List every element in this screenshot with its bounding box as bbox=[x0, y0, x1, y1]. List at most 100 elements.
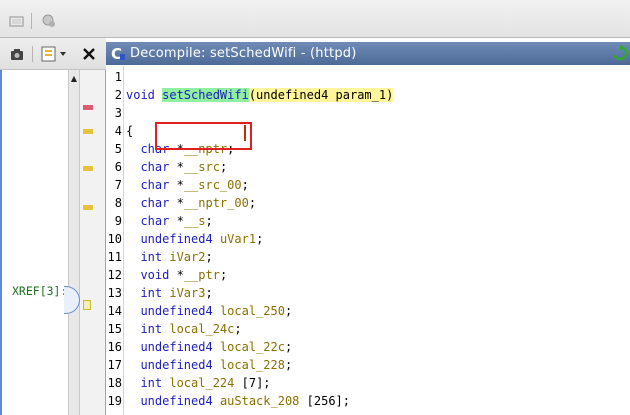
code-token[interactable]: ; bbox=[206, 214, 213, 228]
type-token[interactable]: undefined4 bbox=[126, 232, 212, 246]
code-text[interactable]: undefined4 uVar1; bbox=[126, 230, 263, 248]
code-token[interactable]: * bbox=[169, 268, 184, 282]
bookmark-marker[interactable] bbox=[83, 129, 93, 134]
variable-token[interactable]: uVar1 bbox=[220, 232, 256, 246]
scroll-up-icon[interactable]: ▲ bbox=[69, 72, 79, 84]
undo-icon[interactable] bbox=[8, 12, 26, 30]
code-token[interactable] bbox=[213, 232, 220, 246]
variable-token[interactable]: __s bbox=[184, 214, 206, 228]
code-line[interactable]: 18 int local_224 [7]; bbox=[106, 374, 630, 392]
code-line[interactable]: 1 bbox=[106, 68, 630, 86]
code-line[interactable]: 14 undefined4 local_250; bbox=[106, 302, 630, 320]
code-text[interactable]: int iVar3; bbox=[126, 284, 212, 302]
code-text[interactable]: int local_224 [7]; bbox=[126, 374, 271, 392]
variable-token[interactable]: __ptr bbox=[184, 268, 220, 282]
code-line[interactable]: 16 undefined4 local_22c; bbox=[106, 338, 630, 356]
type-token[interactable]: void bbox=[126, 88, 162, 102]
vertical-scrollbar[interactable] bbox=[68, 70, 80, 415]
code-text[interactable]: char *__src; bbox=[126, 158, 227, 176]
variable-token[interactable]: auStack_208 bbox=[220, 394, 299, 408]
variable-token[interactable]: local_250 bbox=[220, 304, 285, 318]
code-text[interactable]: { bbox=[126, 122, 133, 140]
code-text[interactable]: char *__s; bbox=[126, 212, 213, 230]
cursor-marker[interactable] bbox=[83, 105, 93, 110]
code-line[interactable]: 12 void *__ptr; bbox=[106, 266, 630, 284]
code-text[interactable]: undefined4 local_250; bbox=[126, 302, 292, 320]
code-text[interactable]: int local_24c; bbox=[126, 320, 241, 338]
code-token[interactable]: ; bbox=[205, 286, 212, 300]
code-token[interactable]: ; bbox=[285, 304, 292, 318]
type-token[interactable]: undefined4 bbox=[126, 394, 212, 408]
code-token[interactable]: ; bbox=[249, 196, 256, 210]
code-text[interactable]: void *__ptr; bbox=[126, 266, 227, 284]
code-text[interactable]: undefined4 local_228; bbox=[126, 356, 292, 374]
type-token[interactable]: void bbox=[126, 268, 169, 282]
code-token[interactable] bbox=[213, 304, 220, 318]
code-token[interactable]: ; bbox=[220, 160, 227, 174]
code-line[interactable]: 8 char *__nptr_00; bbox=[106, 194, 630, 212]
code-token[interactable]: ; bbox=[285, 358, 292, 372]
type-token[interactable]: char bbox=[126, 160, 169, 174]
properties-icon[interactable] bbox=[40, 12, 58, 30]
variable-token[interactable]: iVar2 bbox=[169, 250, 205, 264]
type-token[interactable]: undefined4 bbox=[126, 340, 212, 354]
bookmark-marker[interactable] bbox=[83, 166, 93, 171]
decompiled-code[interactable]: 1 2 void setSchedWifi(undefined4 param_1) 3… bbox=[106, 66, 630, 415]
code-text[interactable]: int iVar2; bbox=[126, 248, 212, 266]
code-line[interactable]: 15 int local_24c; bbox=[106, 320, 630, 338]
xref-marker[interactable] bbox=[83, 300, 91, 310]
refresh-icon[interactable] bbox=[612, 45, 628, 61]
variable-token[interactable]: local_24c bbox=[169, 322, 234, 336]
code-token[interactable]: ; bbox=[256, 232, 263, 246]
variable-token[interactable]: __src_00 bbox=[184, 178, 242, 192]
function-name-token[interactable]: setSchedWifi bbox=[162, 88, 249, 102]
display-options-icon[interactable] bbox=[40, 45, 70, 63]
code-line[interactable]: 11 int iVar2; bbox=[106, 248, 630, 266]
type-token[interactable]: undefined4 bbox=[126, 358, 212, 372]
code-token[interactable]: ; bbox=[220, 268, 227, 282]
type-token[interactable]: int bbox=[126, 286, 162, 300]
code-line[interactable]: 13 int iVar3; bbox=[106, 284, 630, 302]
variable-token[interactable]: __nptr_00 bbox=[184, 196, 249, 210]
code-token[interactable]: * bbox=[169, 178, 184, 192]
code-line[interactable]: 2 void setSchedWifi(undefined4 param_1) bbox=[106, 86, 630, 104]
code-line[interactable]: 9 char *__s; bbox=[106, 212, 630, 230]
type-token[interactable]: char bbox=[126, 214, 169, 228]
code-text[interactable]: undefined4 auStack_208 [256]; bbox=[126, 392, 350, 410]
code-line[interactable]: 3 bbox=[106, 104, 630, 122]
variable-token[interactable]: local_224 bbox=[169, 376, 234, 390]
code-token[interactable]: * bbox=[169, 196, 184, 210]
variable-token[interactable]: local_22c bbox=[220, 340, 285, 354]
variable-token[interactable]: __src bbox=[184, 160, 220, 174]
code-token[interactable]: ; bbox=[285, 340, 292, 354]
code-token[interactable]: [7]; bbox=[234, 376, 271, 390]
variable-token[interactable]: local_228 bbox=[220, 358, 285, 372]
xref-label[interactable]: XREF[3]: bbox=[12, 284, 67, 298]
parameter-list-token[interactable]: (undefined4 param_1) bbox=[248, 88, 394, 102]
close-icon[interactable] bbox=[80, 45, 98, 63]
code-text[interactable]: void setSchedWifi(undefined4 param_1) bbox=[126, 86, 394, 104]
bookmark-marker[interactable] bbox=[83, 205, 93, 210]
code-line[interactable]: 17 undefined4 local_228; bbox=[106, 356, 630, 374]
code-token[interactable] bbox=[213, 358, 220, 372]
code-token[interactable]: * bbox=[169, 214, 184, 228]
code-line[interactable]: 6 char *__src; bbox=[106, 158, 630, 176]
code-token[interactable]: ; bbox=[242, 178, 249, 192]
snapshot-icon[interactable] bbox=[8, 45, 26, 63]
code-token[interactable]: [256]; bbox=[299, 394, 350, 408]
code-token[interactable]: ; bbox=[205, 250, 212, 264]
code-token[interactable] bbox=[213, 340, 220, 354]
variable-token[interactable]: iVar3 bbox=[169, 286, 205, 300]
code-token[interactable]: { bbox=[126, 124, 133, 138]
code-token[interactable]: * bbox=[169, 160, 184, 174]
code-line[interactable]: 7 char *__src_00; bbox=[106, 176, 630, 194]
code-text[interactable]: undefined4 local_22c; bbox=[126, 338, 292, 356]
type-token[interactable]: int bbox=[126, 376, 162, 390]
code-line[interactable]: 10 undefined4 uVar1; bbox=[106, 230, 630, 248]
listing-view[interactable] bbox=[0, 70, 68, 415]
code-line[interactable]: 19 undefined4 auStack_208 [256]; bbox=[106, 392, 630, 410]
type-token[interactable]: char bbox=[126, 196, 169, 210]
type-token[interactable]: int bbox=[126, 322, 162, 336]
type-token[interactable]: char bbox=[126, 178, 169, 192]
decompile-title-bar[interactable]: C Decompile: setSchedWifi - (httpd) bbox=[106, 42, 630, 65]
